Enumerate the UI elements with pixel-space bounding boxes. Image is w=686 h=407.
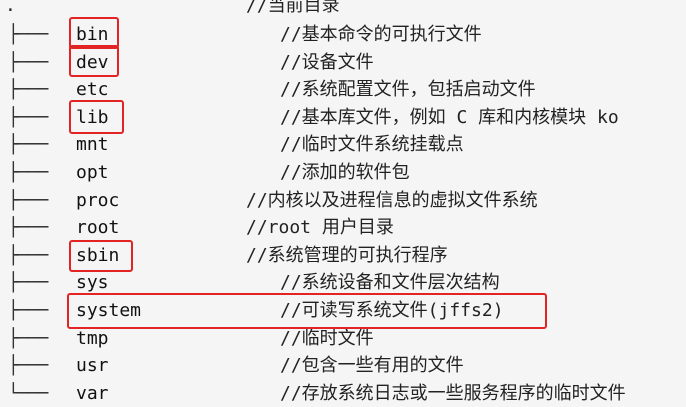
highlight-box-dev bbox=[69, 45, 119, 77]
dir-comment-etc: //系统配置文件，包括启动文件 bbox=[280, 79, 536, 101]
tree-branch: ├─── bbox=[8, 162, 48, 183]
tree-branch: ├─── bbox=[8, 272, 48, 294]
dir-comment-opt: //添加的软件包 bbox=[280, 162, 410, 183]
root-marker: . bbox=[5, 0, 16, 16]
dir-name-var: var bbox=[76, 382, 109, 404]
root-comment: //当前目录 bbox=[246, 0, 340, 16]
dir-name-root: root bbox=[76, 217, 120, 239]
tree-branch: ├─── bbox=[8, 106, 48, 128]
highlight-box-system bbox=[67, 293, 547, 329]
dir-comment-var: //存放系统日志或一些服务程序的临时文件 bbox=[280, 382, 626, 404]
dir-name-mnt: mnt bbox=[76, 134, 109, 156]
tree-branch: ├─── bbox=[8, 327, 48, 349]
tree-branch: ├─── bbox=[8, 79, 48, 101]
tree-branch: ├─── bbox=[8, 24, 48, 45]
tree-branch: ├─── bbox=[8, 217, 48, 239]
dir-comment-usr: //包含一些有用的文件 bbox=[280, 355, 464, 377]
dir-name-proc: proc bbox=[76, 189, 120, 211]
dir-comment-bin: //基本命令的可执行文件 bbox=[280, 24, 482, 45]
highlight-box-sbin bbox=[69, 240, 133, 272]
highlight-box-lib bbox=[69, 100, 124, 134]
dir-comment-root: //root 用户目录 bbox=[246, 217, 394, 239]
dir-name-opt: opt bbox=[76, 162, 109, 183]
dir-comment-mnt: //临时文件系统挂载点 bbox=[280, 134, 464, 156]
tree-branch: ├─── bbox=[8, 51, 48, 73]
tree-branch: ├─── bbox=[8, 355, 48, 377]
tree-branch: ├─── bbox=[8, 300, 48, 321]
directory-tree: . //当前目录 ├─── bin//基本命令的可执行文件 ├─── dev//设备文… bbox=[0, 0, 686, 407]
tree-branch: ├─── bbox=[8, 134, 48, 156]
dir-comment-lib: //基本库文件，例如 C 库和内核模块 ko bbox=[280, 106, 619, 128]
tree-branch: └─── bbox=[8, 382, 48, 404]
dir-comment-dev: //设备文件 bbox=[280, 51, 374, 73]
dir-comment-proc: //内核以及进程信息的虚拟文件系统 bbox=[246, 189, 538, 211]
dir-name-usr: usr bbox=[76, 355, 109, 377]
tree-branch: ├─── bbox=[8, 189, 48, 211]
dir-comment-sbin: //系统管理的可执行程序 bbox=[246, 244, 448, 266]
tree-branch: ├─── bbox=[8, 244, 48, 266]
